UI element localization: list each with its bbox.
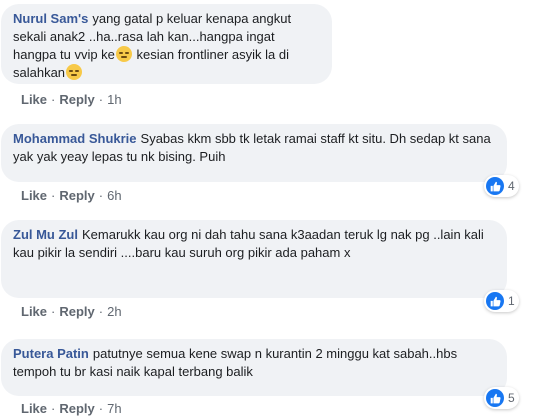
separator-dot: · [98, 92, 104, 107]
comment-actions: Like · Reply · 7h [21, 401, 122, 417]
thumbs-up-icon [486, 389, 504, 407]
reaction-summary[interactable]: 1 [484, 290, 519, 312]
comment-author[interactable]: Mohammad Shukrie [13, 131, 137, 146]
thumbs-up-icon [486, 177, 504, 195]
comment-author[interactable]: Zul Mu Zul [13, 227, 78, 242]
timestamp[interactable]: 2h [107, 304, 121, 319]
separator-dot: · [98, 188, 104, 203]
smirking-face-emoji-icon [115, 46, 132, 62]
comment-author[interactable]: Nurul Sam's [13, 11, 88, 26]
comment-text: Kemarukk kau org ni dah tahu sana k3aada… [13, 227, 484, 260]
reaction-count: 1 [508, 294, 515, 308]
like-link[interactable]: Like [21, 304, 47, 319]
reaction-count: 5 [508, 391, 515, 405]
unamused-face-emoji-icon [66, 64, 83, 80]
reply-link[interactable]: Reply [59, 304, 94, 319]
like-link[interactable]: Like [21, 92, 47, 107]
separator-dot: · [51, 188, 56, 203]
reply-link[interactable]: Reply [59, 401, 94, 416]
separator-dot: · [51, 304, 56, 319]
separator-dot: · [51, 401, 56, 416]
reply-link[interactable]: Reply [59, 188, 94, 203]
comment-bubble: Nurul Sam's yang gatal p keluar kenapa an… [1, 4, 332, 84]
reaction-count: 4 [508, 179, 515, 193]
timestamp[interactable]: 6h [107, 188, 121, 203]
comment-actions: Like · Reply · 2h [21, 304, 122, 320]
like-link[interactable]: Like [21, 188, 47, 203]
comment-actions: Like · Reply · 6h [21, 188, 122, 204]
comment-actions: Like · Reply · 1h [21, 92, 122, 108]
separator-dot: · [51, 92, 56, 107]
timestamp[interactable]: 7h [107, 401, 121, 416]
separator-dot: · [98, 304, 104, 319]
reply-link[interactable]: Reply [59, 92, 94, 107]
comment-author[interactable]: Putera Patin [13, 346, 89, 361]
like-link[interactable]: Like [21, 401, 47, 416]
comment-bubble: Putera Patin patutnye semua kene swap n k… [1, 339, 507, 396]
separator-dot: · [98, 401, 104, 416]
timestamp[interactable]: 1h [107, 92, 121, 107]
thumbs-up-icon [486, 292, 504, 310]
comment-feed: Nurul Sam's yang gatal p keluar kenapa an… [0, 0, 534, 419]
comment-bubble: Zul Mu Zul Kemarukk kau org ni dah tahu s… [1, 220, 507, 298]
comment-bubble: Mohammad Shukrie Syabas kkm sbb tk letak … [1, 124, 507, 182]
reaction-summary[interactable]: 4 [484, 175, 519, 197]
reaction-summary[interactable]: 5 [484, 387, 519, 409]
